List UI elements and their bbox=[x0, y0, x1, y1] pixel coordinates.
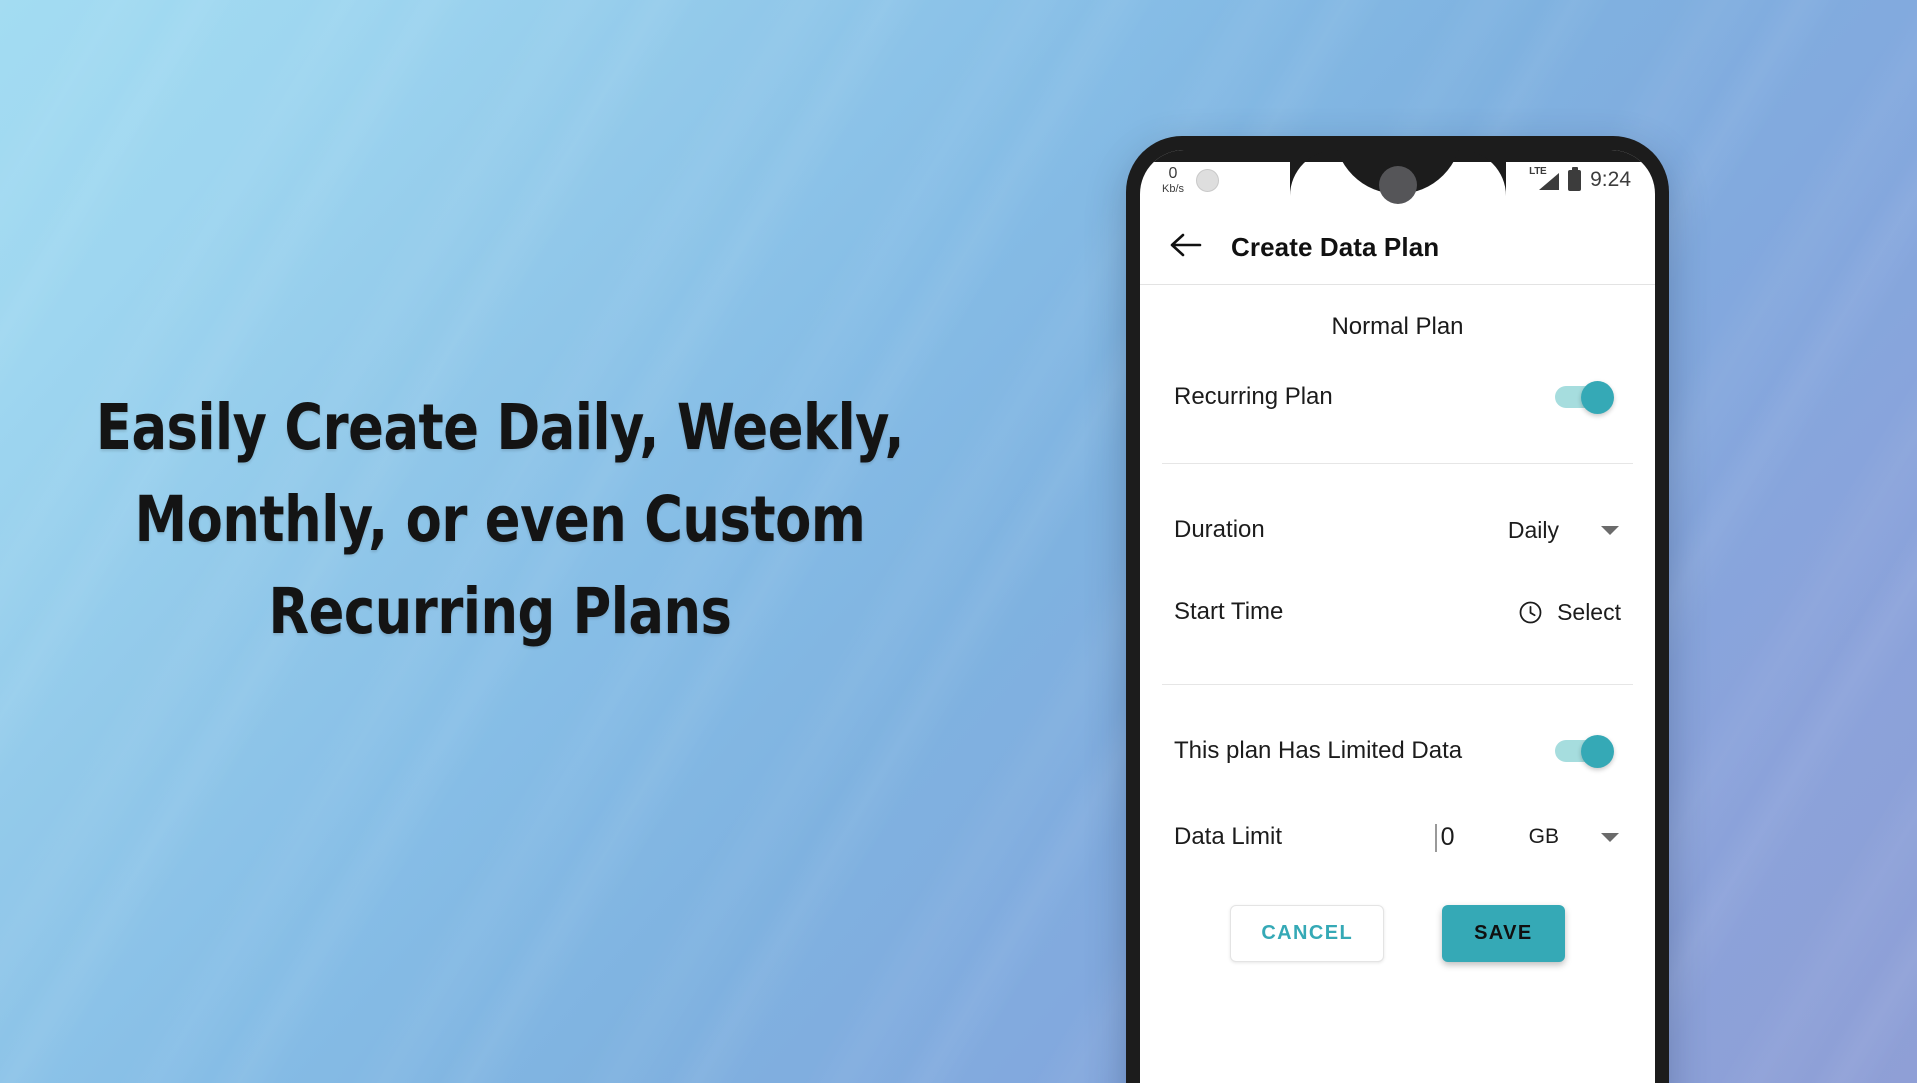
clock-icon bbox=[1518, 600, 1543, 625]
phone-screen: 0 Kb/s LTE 9:24 Create Data Plan Normal … bbox=[1140, 150, 1655, 1083]
network-speed-value: 0 bbox=[1168, 164, 1178, 182]
toggle-thumb bbox=[1581, 381, 1614, 414]
back-button[interactable] bbox=[1166, 227, 1206, 267]
status-bar-right: LTE 9:24 bbox=[1529, 166, 1631, 192]
phone-mockup: 0 Kb/s LTE 9:24 Create Data Plan Normal … bbox=[1126, 136, 1669, 1083]
save-button[interactable]: SAVE bbox=[1442, 905, 1565, 962]
headline-line-2: Monthly, or even Custom bbox=[134, 483, 866, 556]
network-speed-indicator: 0 Kb/s bbox=[1162, 164, 1185, 195]
promo-banner: Easily Create Daily, Weekly, Monthly, or… bbox=[0, 0, 1917, 1083]
network-speed-unit: Kb/s bbox=[1162, 182, 1185, 195]
start-time-label: Start Time bbox=[1174, 598, 1284, 625]
status-bar-left: 0 Kb/s bbox=[1162, 164, 1220, 195]
signal-strength-icon: LTE bbox=[1529, 166, 1560, 191]
battery-icon bbox=[1568, 169, 1582, 191]
row-data-limit[interactable]: Data Limit 0 GB bbox=[1140, 811, 1655, 863]
action-button-row: CANCEL SAVE bbox=[1140, 903, 1655, 962]
data-limit-input[interactable]: 0 bbox=[1434, 822, 1521, 852]
row-recurring-plan[interactable]: Recurring Plan bbox=[1140, 371, 1655, 423]
data-limit-unit: GB bbox=[1528, 825, 1559, 848]
chevron-down-icon[interactable] bbox=[1601, 525, 1619, 535]
row-limited-data[interactable]: This plan Has Limited Data bbox=[1140, 725, 1655, 777]
recurring-plan-toggle[interactable] bbox=[1555, 381, 1617, 414]
arrow-left-icon bbox=[1170, 232, 1202, 263]
limited-data-toggle[interactable] bbox=[1555, 735, 1617, 768]
promo-headline: Easily Create Daily, Weekly, Monthly, or… bbox=[72, 382, 928, 658]
start-time-select-label[interactable]: Select bbox=[1557, 599, 1621, 626]
signal-bars-icon bbox=[1539, 173, 1560, 190]
screen-content: Normal Plan Recurring Plan Duration Dail… bbox=[1140, 285, 1655, 962]
data-limit-value: 0 bbox=[1440, 822, 1455, 851]
limited-data-label: This plan Has Limited Data bbox=[1174, 737, 1463, 764]
page-title: Create Data Plan bbox=[1231, 231, 1440, 262]
app-bar: Create Data Plan bbox=[1140, 210, 1655, 284]
notification-dot-icon bbox=[1196, 168, 1220, 192]
row-start-time[interactable]: Start Time Select bbox=[1140, 586, 1655, 638]
chevron-down-icon[interactable] bbox=[1601, 832, 1619, 842]
status-bar: 0 Kb/s LTE 9:24 bbox=[1140, 150, 1655, 210]
row-duration[interactable]: Duration Daily bbox=[1140, 504, 1655, 556]
data-limit-value-group[interactable]: 0 GB bbox=[1434, 822, 1621, 852]
toggle-thumb bbox=[1581, 735, 1614, 768]
cancel-button[interactable]: CANCEL bbox=[1230, 905, 1385, 962]
start-time-action-group[interactable]: Select bbox=[1518, 599, 1621, 626]
duration-value: Daily bbox=[1507, 516, 1559, 543]
headline-line-3: Recurring Plans bbox=[268, 575, 732, 648]
plan-type-title: Normal Plan bbox=[1331, 313, 1464, 340]
headline-line-1: Easily Create Daily, Weekly, bbox=[95, 391, 905, 464]
duration-label: Duration bbox=[1174, 516, 1265, 543]
recurring-plan-label: Recurring Plan bbox=[1174, 383, 1333, 410]
text-cursor bbox=[1434, 823, 1437, 852]
duration-value-group[interactable]: Daily bbox=[1508, 517, 1621, 544]
data-limit-label: Data Limit bbox=[1174, 823, 1283, 850]
status-bar-clock: 9:24 bbox=[1590, 168, 1631, 191]
